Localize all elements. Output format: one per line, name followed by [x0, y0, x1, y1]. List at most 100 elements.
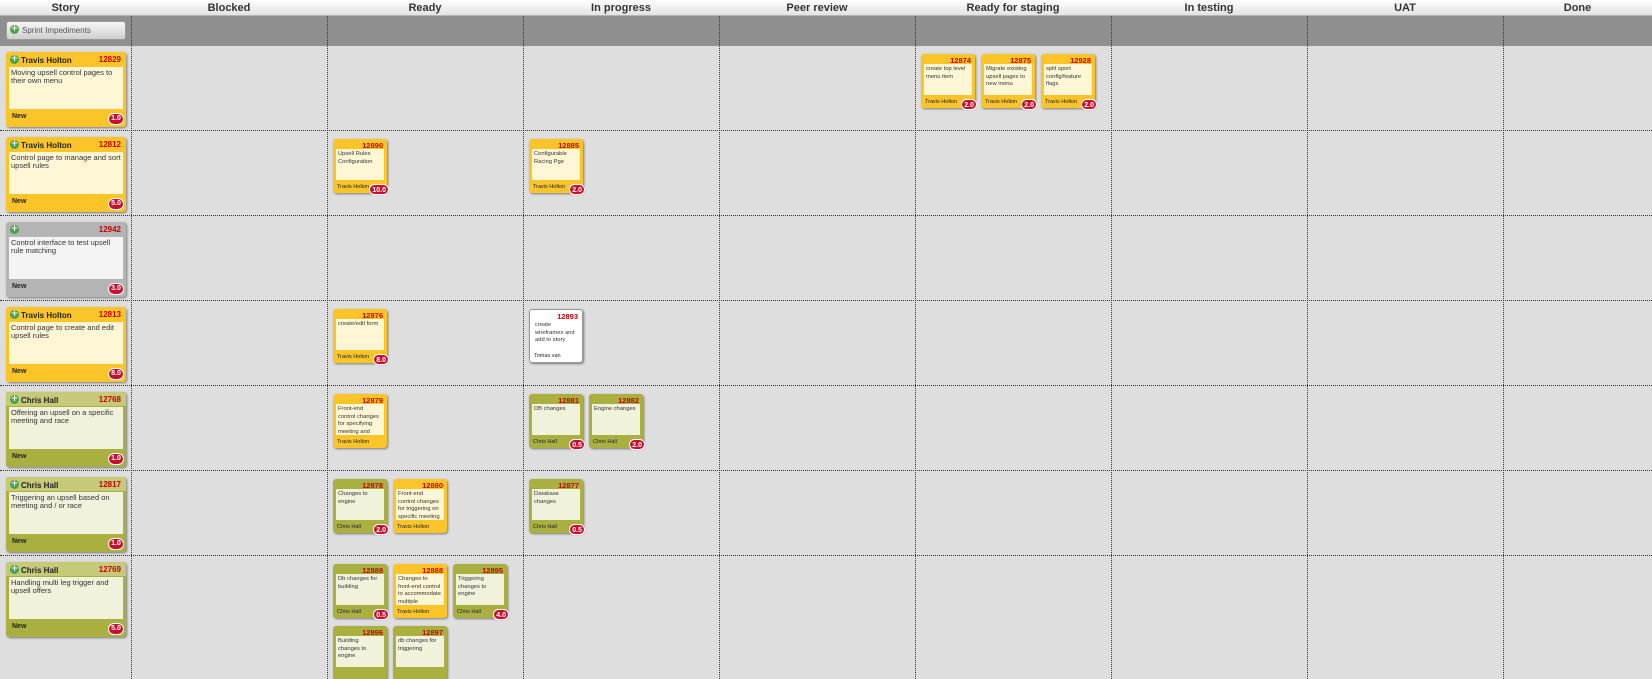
story-id[interactable]: 12769	[99, 565, 121, 574]
row-divider	[0, 470, 1652, 471]
task-card[interactable]: 12876 create/edit form Travis Holton 8.0	[333, 309, 389, 365]
column-header-story[interactable]: Story	[0, 0, 131, 16]
task-hours-badge: 4.0	[493, 609, 509, 620]
task-card[interactable]: 12897 db changes for triggering	[393, 626, 447, 679]
column-divider	[327, 16, 328, 679]
story-card[interactable]: + Travis Holton 12829 Moving upsell control…	[6, 52, 126, 127]
story-card[interactable]: + Travis Holton 12813 Control page to creat…	[6, 307, 126, 382]
add-task-icon[interactable]: +	[10, 225, 19, 234]
row-divider	[0, 130, 1652, 131]
story-status: New	[12, 198, 27, 205]
task-card[interactable]: 12877 Database changes Chris Hall 0.5	[529, 479, 585, 535]
story-description: Control interface to test upsell rule ma…	[9, 237, 123, 279]
task-owner: Travis Holton	[985, 99, 1018, 105]
task-card[interactable]: 12890 Upsell Rules Configuration Travis Ho…	[333, 139, 389, 195]
story-description: Moving upsell control pages to their own…	[9, 67, 123, 109]
task-hours-badge: 2.0	[373, 524, 389, 535]
column-header-done[interactable]: Done	[1503, 0, 1652, 16]
story-id[interactable]: 12768	[99, 395, 121, 404]
column-header-in-progress[interactable]: In progress	[523, 0, 719, 16]
story-id[interactable]: 12812	[99, 140, 121, 149]
add-task-icon[interactable]: +	[10, 310, 19, 319]
task-description: Configurable Racing Pge	[532, 149, 580, 180]
story-points-badge: 5.0	[108, 623, 124, 635]
task-description: Front-end control changes for specifying…	[336, 404, 384, 435]
task-hours-badge: 0.5	[569, 439, 585, 450]
row-divider	[0, 300, 1652, 301]
task-owner: Travis Holton	[337, 439, 370, 445]
story-card-header: + Chris Hall 12769	[6, 562, 126, 576]
story-status: New	[12, 113, 27, 120]
add-task-icon[interactable]: +	[10, 565, 19, 574]
story-points-badge: 1.0	[108, 113, 124, 125]
task-card[interactable]: 12893 create wireframes and add to story T…	[529, 309, 583, 363]
task-card[interactable]: 12885 Configurable Racing Pge Travis Holto…	[529, 139, 585, 195]
task-description: Front-end control changes for triggering…	[396, 489, 444, 520]
task-description: DB changes	[532, 404, 580, 435]
task-description: Migrate existing upsell pages to new men…	[984, 64, 1032, 95]
row-divider	[0, 555, 1652, 556]
task-card[interactable]: 12895 Triggering changes to engine Chris H…	[453, 564, 509, 620]
story-points-badge: 8.0	[108, 368, 124, 380]
column-header-blocked[interactable]: Blocked	[131, 0, 327, 16]
story-card[interactable]: + Chris Hall 12768 Offering an upsell on a …	[6, 392, 126, 467]
story-card-header: + Travis Holton 12813	[6, 307, 126, 321]
story-card[interactable]: +12942 Control interface to test upsell r…	[6, 222, 126, 297]
story-id[interactable]: 12817	[99, 480, 121, 489]
story-card-header: + Travis Holton 12829	[6, 52, 126, 66]
story-card[interactable]: + Chris Hall 12769 Handling multi leg trigg…	[6, 562, 126, 637]
task-card[interactable]: 12889 Db changes for building Chris Hall 0.…	[333, 564, 389, 620]
story-owner: Travis Holton	[21, 141, 72, 150]
column-header-uat[interactable]: UAT	[1307, 0, 1503, 16]
add-icon: +	[10, 24, 19, 34]
story-card[interactable]: + Travis Holton 12812 Control page to manag…	[6, 137, 126, 212]
column-header-ready-for-staging[interactable]: Ready for staging	[915, 0, 1111, 16]
story-id[interactable]: 12813	[99, 310, 121, 319]
task-hours-badge: 10.0	[369, 184, 389, 195]
task-hours-badge: 2.0	[629, 439, 645, 450]
column-header-in-testing[interactable]: In testing	[1111, 0, 1307, 16]
column-divider	[915, 16, 916, 679]
story-description: Control page to manage and sort upsell r…	[9, 152, 123, 194]
task-hours-badge: 2.0	[1021, 99, 1037, 110]
task-card[interactable]: 12880 Front-end control changes for trigg…	[393, 479, 447, 533]
add-task-icon[interactable]: +	[10, 55, 19, 64]
task-hours-badge: 2.0	[1081, 99, 1097, 110]
task-card[interactable]: 12875 Migrate existing upsell pages to ne…	[981, 54, 1037, 110]
story-card[interactable]: + Chris Hall 12817 Triggering an upsell bas…	[6, 477, 126, 552]
task-description: create/edit form	[336, 319, 384, 350]
story-id[interactable]: 12829	[99, 55, 121, 64]
task-card[interactable]: 12874 create top level menu item Travis Ho…	[921, 54, 977, 110]
story-description: Handling multi leg trigger and upsell of…	[9, 577, 123, 619]
task-description: Changes to front-end control to accommod…	[396, 574, 444, 605]
task-hours-badge: 8.0	[373, 354, 389, 365]
story-status: New	[12, 283, 27, 290]
story-id[interactable]: 12942	[99, 225, 121, 234]
task-description: Building changes to engine	[336, 636, 384, 667]
task-owner: Chris Hall	[337, 609, 361, 615]
task-card[interactable]: 12882 Engine changes Chris Hall 2.0	[589, 394, 645, 450]
task-card[interactable]: 12888 Changes to front-end control to acc…	[393, 564, 447, 618]
task-card[interactable]: 12896 Building changes to engine	[333, 626, 387, 679]
task-owner: Travis Holton	[337, 354, 370, 360]
add-task-icon[interactable]: +	[10, 480, 19, 489]
task-description: Database changes	[532, 489, 580, 520]
task-description: split sport config/feature flags	[1044, 64, 1092, 95]
task-card[interactable]: 12879 Front-end control changes for speci…	[333, 394, 387, 448]
column-header-peer-review[interactable]: Peer review	[719, 0, 915, 16]
add-task-icon[interactable]: +	[10, 140, 19, 149]
column-header-ready[interactable]: Ready	[327, 0, 523, 16]
task-owner: Travis Holton	[397, 524, 430, 530]
task-description: Engine changes	[592, 404, 640, 435]
task-hours-badge: 2.0	[569, 184, 585, 195]
column-divider	[131, 16, 132, 679]
task-card[interactable]: 12928 split sport config/feature flags Tra…	[1041, 54, 1097, 110]
task-owner: Travis Holton	[337, 184, 370, 190]
task-owner: Chris Hall	[457, 609, 481, 615]
sprint-impediments-button[interactable]: + Sprint Impediments	[6, 21, 126, 40]
add-task-icon[interactable]: +	[10, 395, 19, 404]
task-owner: Chris Hall	[593, 439, 617, 445]
task-card[interactable]: 12881 DB changes Chris Hall 0.5	[529, 394, 585, 450]
story-owner: Travis Holton	[21, 311, 72, 320]
task-card[interactable]: 12878 Changes to engine Chris Hall 2.0	[333, 479, 389, 535]
